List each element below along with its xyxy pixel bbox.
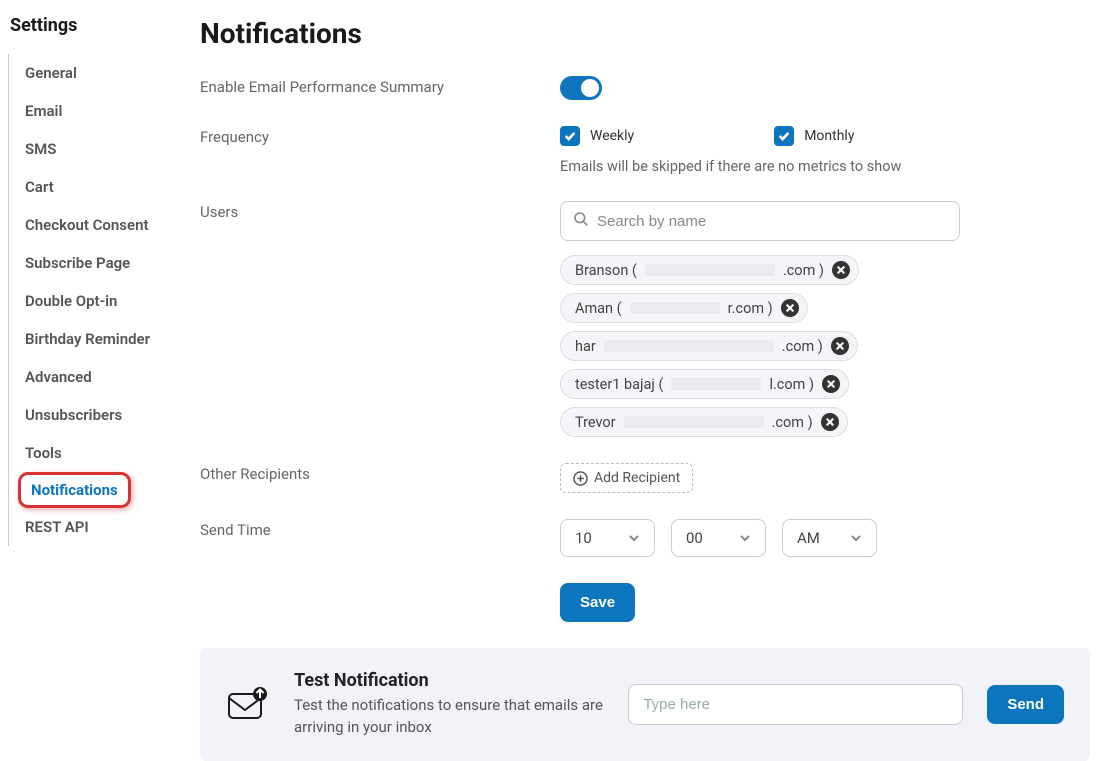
redacted-text: [645, 264, 775, 276]
test-notification-title: Test Notification: [294, 670, 604, 691]
close-icon: [836, 265, 846, 275]
sidebar-title: Settings: [8, 15, 190, 36]
ampm-value: AM: [797, 529, 820, 547]
sidebar-item-rest-api[interactable]: REST API: [21, 508, 93, 546]
chip-text-suffix: l.com ): [769, 376, 814, 393]
user-chip: Aman ( r.com ): [560, 293, 808, 323]
sidebar-item-general[interactable]: General: [21, 54, 81, 92]
sidebar-item-notifications[interactable]: Notifications: [18, 472, 131, 508]
checkbox-checked-icon: [560, 126, 580, 146]
save-button[interactable]: Save: [560, 583, 635, 622]
close-icon: [835, 341, 845, 351]
chip-remove-button[interactable]: [831, 337, 849, 355]
sidebar-item-double-opt-in[interactable]: Double Opt-in: [21, 282, 121, 320]
chip-remove-button[interactable]: [781, 299, 799, 317]
chip-text-prefix: Trevor: [575, 414, 616, 431]
send-time-label: Send Time: [200, 519, 560, 557]
weekly-label: Weekly: [590, 128, 634, 144]
user-chip: tester1 bajaj ( l.com ): [560, 369, 849, 399]
send-time-hour-select[interactable]: 10: [560, 519, 655, 557]
close-icon: [826, 379, 836, 389]
users-label: Users: [200, 201, 560, 437]
frequency-label: Frequency: [200, 126, 560, 175]
chevron-down-icon: [739, 532, 751, 544]
mail-send-icon: [226, 684, 270, 724]
chip-text-prefix: har: [575, 338, 596, 355]
chip-text-suffix: .com ): [783, 262, 824, 279]
user-chip: Trevor .com ): [560, 407, 848, 437]
chip-remove-button[interactable]: [821, 413, 839, 431]
enable-summary-label: Enable Email Performance Summary: [200, 76, 560, 100]
main-content: Notifications Enable Email Performance S…: [190, 0, 1116, 702]
chip-remove-button[interactable]: [832, 261, 850, 279]
close-icon: [825, 417, 835, 427]
monthly-label: Monthly: [804, 128, 854, 144]
other-recipients-label: Other Recipients: [200, 463, 560, 493]
redacted-text: [604, 340, 774, 352]
test-email-input[interactable]: [628, 684, 963, 725]
frequency-monthly-checkbox[interactable]: Monthly: [774, 126, 854, 146]
sidebar-item-cart[interactable]: Cart: [21, 168, 58, 206]
add-recipient-label: Add Recipient: [594, 470, 680, 486]
users-search-input[interactable]: [597, 213, 947, 230]
chip-text-suffix: r.com ): [728, 300, 773, 317]
frequency-hint: Emails will be skipped if there are no m…: [560, 158, 1090, 175]
toggle-knob: [581, 79, 599, 97]
sidebar-list: General Email SMS Cart Checkout Consent …: [8, 54, 190, 546]
chip-text-suffix: .com ): [782, 338, 823, 355]
minute-value: 00: [686, 529, 703, 547]
sidebar-item-birthday-reminder[interactable]: Birthday Reminder: [21, 320, 154, 358]
user-chip: har .com ): [560, 331, 858, 361]
close-icon: [785, 303, 795, 313]
chip-text-suffix: .com ): [772, 414, 813, 431]
sidebar-item-tools[interactable]: Tools: [21, 434, 66, 472]
user-chips-area: Branson ( .com ) Aman ( r.com ) har .com ) t…: [560, 255, 1090, 437]
sidebar-item-subscribe-page[interactable]: Subscribe Page: [21, 244, 134, 282]
redacted-text: [624, 416, 764, 428]
chip-text-prefix: tester1 bajaj (: [575, 376, 663, 393]
test-notification-panel: Test Notification Test the notifications…: [200, 648, 1090, 761]
sidebar-item-advanced[interactable]: Advanced: [21, 358, 96, 396]
page-title: Notifications: [200, 17, 1090, 50]
sidebar-item-checkout-consent[interactable]: Checkout Consent: [21, 206, 153, 244]
plus-circle-icon: [573, 471, 588, 486]
hour-value: 10: [575, 529, 592, 547]
user-chip: Branson ( .com ): [560, 255, 859, 285]
send-test-button[interactable]: Send: [987, 685, 1064, 724]
users-search-wrap: [560, 201, 960, 241]
redacted-text: [630, 302, 720, 314]
chip-text-prefix: Branson (: [575, 262, 637, 279]
send-time-ampm-select[interactable]: AM: [782, 519, 877, 557]
enable-summary-toggle[interactable]: [560, 76, 602, 100]
chip-text-prefix: Aman (: [575, 300, 622, 317]
sidebar-item-email[interactable]: Email: [21, 92, 66, 130]
chip-remove-button[interactable]: [822, 375, 840, 393]
settings-sidebar: Settings General Email SMS Cart Checkout…: [0, 0, 190, 702]
send-time-minute-select[interactable]: 00: [671, 519, 766, 557]
search-icon: [573, 211, 589, 231]
redacted-text: [671, 378, 761, 390]
sidebar-item-sms[interactable]: SMS: [21, 130, 60, 168]
frequency-weekly-checkbox[interactable]: Weekly: [560, 126, 634, 146]
chevron-down-icon: [628, 532, 640, 544]
sidebar-item-unsubscribers[interactable]: Unsubscribers: [21, 396, 126, 434]
checkbox-checked-icon: [774, 126, 794, 146]
add-recipient-button[interactable]: Add Recipient: [560, 463, 693, 493]
chevron-down-icon: [850, 532, 862, 544]
